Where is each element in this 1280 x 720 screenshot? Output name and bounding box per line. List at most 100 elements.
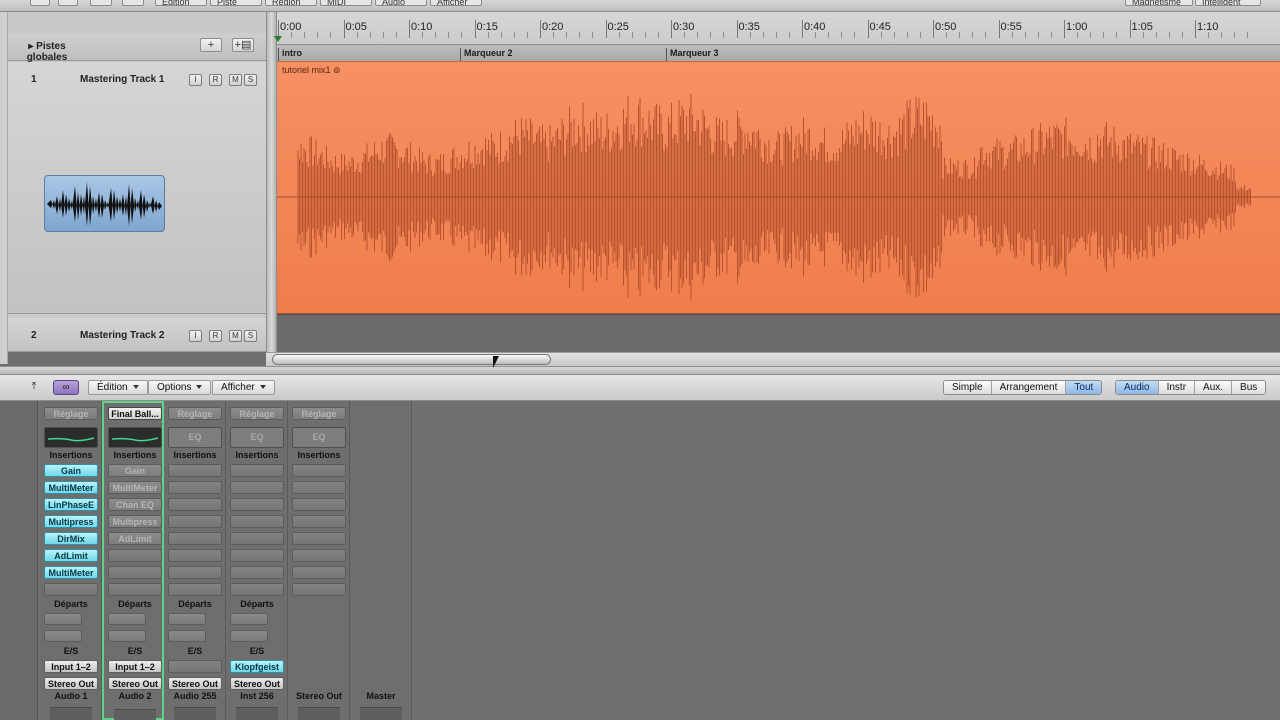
arrange-lane-track-2[interactable] [277, 314, 1280, 352]
up-arrow-icon[interactable]: ⤒ [24, 380, 44, 395]
output-slot[interactable]: Stereo Out [44, 677, 98, 690]
channel-name[interactable]: Audio 255 [164, 691, 226, 701]
send-slot-2[interactable] [230, 630, 268, 642]
send-slot-1[interactable] [108, 613, 146, 625]
mute-button[interactable]: M [229, 74, 242, 86]
channel-strip-inst-256[interactable]: Réglage EQ Insertions Départs E/S Klopfgeist S… [226, 401, 288, 720]
eq-display[interactable] [44, 427, 98, 448]
view-simple[interactable]: Simple [944, 381, 992, 394]
send-slot-1[interactable] [168, 613, 206, 625]
channel-name[interactable]: Inst 256 [226, 691, 288, 701]
setting-button[interactable]: Réglage [44, 407, 98, 420]
pane-divider[interactable] [0, 366, 1280, 375]
fader-cap[interactable] [50, 707, 92, 720]
insert-slot-2[interactable] [292, 481, 346, 494]
insert-slot-3[interactable] [292, 498, 346, 511]
insert-slot-4[interactable]: Multipress [108, 515, 162, 528]
toolbar-tab-3[interactable]: MIDI [320, 0, 372, 6]
toolbar-tab-2[interactable]: Région [265, 0, 317, 6]
insert-slot-6[interactable] [230, 549, 284, 562]
insert-slot-4[interactable]: Multipress [44, 515, 98, 528]
setting-button[interactable]: Réglage [230, 407, 284, 420]
view-tout[interactable]: Tout [1066, 381, 1102, 394]
input-monitor-button[interactable]: I [189, 330, 202, 342]
toolbar-button[interactable] [58, 0, 78, 6]
output-slot[interactable]: Stereo Out [108, 677, 162, 690]
insert-slot-7[interactable] [168, 566, 222, 579]
toolbar-tab-4[interactable]: Audio [375, 0, 427, 6]
playhead-icon[interactable] [274, 36, 282, 42]
output-slot[interactable]: Stereo Out [230, 677, 284, 690]
input-slot[interactable] [168, 660, 222, 673]
insert-slot-6[interactable] [168, 549, 222, 562]
insert-slot-2[interactable] [168, 481, 222, 494]
fader-cap[interactable] [114, 709, 156, 720]
insert-slot-1[interactable] [168, 464, 222, 477]
insert-slot-6[interactable]: AdLimit [44, 549, 98, 562]
insert-slot-7[interactable]: MultiMeter [44, 566, 98, 579]
send-slot-1[interactable] [44, 613, 82, 625]
send-slot-2[interactable] [44, 630, 82, 642]
marker-track[interactable]: intro Marqueur 2 Marqueur 3 [277, 44, 1280, 62]
channel-name[interactable]: Master [350, 691, 412, 701]
channel-name[interactable]: Audio 2 [104, 691, 166, 701]
insert-slot-1[interactable] [292, 464, 346, 477]
global-tracks-label[interactable]: ▸ Pistes globales [16, 41, 78, 63]
channel-name[interactable]: Stereo Out [288, 691, 350, 701]
fader-cap[interactable] [360, 707, 402, 720]
track-header-2[interactable]: 2 Mastering Track 2 I R M S [8, 318, 266, 352]
eq-display[interactable]: EQ [292, 427, 346, 448]
insert-slot-3[interactable] [230, 498, 284, 511]
send-slot-2[interactable] [108, 630, 146, 642]
fader-cap[interactable] [236, 707, 278, 720]
channel-name[interactable]: Audio 1 [40, 691, 102, 701]
mixer-view-menu[interactable]: Afficher [212, 380, 275, 395]
insert-slot-6[interactable] [292, 549, 346, 562]
channel-strip-stereo-out[interactable]: Réglage EQ Insertions Stereo Out [288, 401, 350, 720]
link-icon[interactable]: ∞ [53, 380, 79, 395]
scrollbar-knob[interactable] [272, 354, 551, 365]
filter-bus[interactable]: Bus [1232, 381, 1266, 394]
insert-slot-5[interactable] [230, 532, 284, 545]
filter-audio[interactable]: Audio [1116, 381, 1159, 394]
input-slot[interactable]: Input 1–2 [108, 660, 162, 673]
send-slot-2[interactable] [168, 630, 206, 642]
mute-button[interactable]: M [229, 330, 242, 342]
channel-strip-audio-2[interactable]: Final Ball... Insertions Gain MultiMeter Cha… [102, 401, 164, 720]
add-track-button[interactable]: + [200, 38, 222, 52]
setting-button[interactable]: Réglage [292, 407, 346, 420]
audio-region[interactable]: tutoriel mix1 ⊚ [277, 61, 1280, 314]
output-slot[interactable]: Stereo Out [168, 677, 222, 690]
mixer-options-menu[interactable]: Options [148, 380, 212, 395]
mixer-edit-menu[interactable]: Édition [88, 380, 148, 395]
insert-slot-5[interactable]: AdLimit [108, 532, 162, 545]
insert-slot-8[interactable] [108, 583, 162, 596]
channel-strip-audio-1[interactable]: Réglage Insertions Gain MultiMeter LinPhaseE… [40, 401, 102, 720]
insert-slot-3[interactable] [168, 498, 222, 511]
insert-slot-8[interactable] [168, 583, 222, 596]
add-track-folder-button[interactable]: +▤ [232, 38, 254, 52]
insert-slot-5[interactable] [292, 532, 346, 545]
solo-button[interactable]: S [244, 74, 257, 86]
input-slot[interactable]: Input 1–2 [44, 660, 98, 673]
insert-slot-2[interactable] [230, 481, 284, 494]
track-name[interactable]: Mastering Track 1 [80, 74, 164, 85]
filter-aux[interactable]: Aux. [1195, 381, 1233, 394]
filter-instr[interactable]: Instr [1158, 381, 1196, 394]
insert-slot-7[interactable] [230, 566, 284, 579]
insert-slot-6[interactable] [108, 549, 162, 562]
eq-display[interactable] [108, 427, 162, 448]
setting-button[interactable]: Réglage [168, 407, 222, 420]
eq-display[interactable]: EQ [230, 427, 284, 448]
toolbar-button[interactable] [30, 0, 50, 6]
solo-button[interactable]: S [244, 330, 257, 342]
insert-slot-1[interactable]: Gain [44, 464, 98, 477]
toolbar-button[interactable] [122, 0, 144, 6]
insert-slot-3[interactable]: Chan EQ [108, 498, 162, 511]
toolbar-tab-5[interactable]: Afficher [430, 0, 482, 6]
insert-slot-8[interactable] [292, 583, 346, 596]
record-enable-button[interactable]: R [209, 74, 222, 86]
track-name[interactable]: Mastering Track 2 [80, 330, 164, 341]
insert-slot-1[interactable]: Gain [108, 464, 162, 477]
insert-slot-4[interactable] [168, 515, 222, 528]
